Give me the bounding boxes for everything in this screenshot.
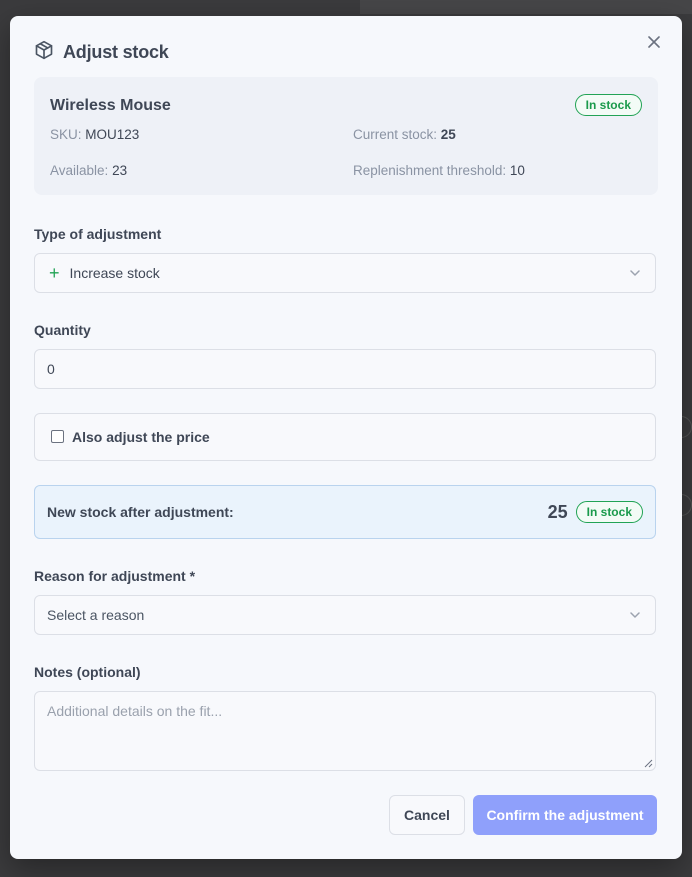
new-stock-value: 25 xyxy=(547,501,568,522)
adjustment-type-select[interactable]: + Increase stock xyxy=(34,253,656,293)
adjust-price-option[interactable]: Also adjust the price xyxy=(34,413,656,461)
reason-select[interactable]: Select a reason xyxy=(34,595,656,635)
close-icon xyxy=(648,36,660,48)
current-stock-info: Current stock: 25 xyxy=(353,127,456,142)
current-stock-value: 25 xyxy=(440,127,456,142)
modal-header: Adjust stock xyxy=(34,40,169,65)
background-strip xyxy=(360,0,692,14)
new-stock-status-badge: In stock xyxy=(575,501,643,523)
current-stock-label: Current stock: xyxy=(353,127,438,142)
modal-title: Adjust stock xyxy=(63,42,169,62)
adjust-stock-modal: Adjust stock Wireless Mouse In stock SKU… xyxy=(10,16,682,859)
notes-label: Notes (optional) xyxy=(34,664,141,680)
available-info: Available: 23 xyxy=(50,163,127,178)
available-label: Available: xyxy=(50,163,109,178)
quantity-value: 0 xyxy=(47,361,55,377)
adjust-price-label: Also adjust the price xyxy=(72,429,210,445)
new-stock-label: New stock after adjustment: xyxy=(47,504,234,520)
confirm-adjustment-button[interactable]: Confirm the adjustment xyxy=(473,795,657,835)
available-value: 23 xyxy=(112,163,128,178)
reason-placeholder: Select a reason xyxy=(47,607,145,623)
plus-icon: + xyxy=(49,263,60,283)
cancel-button[interactable]: Cancel xyxy=(389,795,465,835)
notes-textarea[interactable]: Additional details on the fit... xyxy=(34,691,656,771)
adjustment-type-value: Increase stock xyxy=(69,265,160,281)
resize-handle-icon[interactable] xyxy=(644,759,653,768)
package-icon xyxy=(34,40,54,65)
threshold-value: 10 xyxy=(509,163,525,178)
new-stock-summary: New stock after adjustment: 25 In stock xyxy=(34,485,656,539)
sku-label: SKU: xyxy=(50,127,82,142)
chevron-down-icon xyxy=(630,612,640,618)
adjust-price-checkbox[interactable] xyxy=(51,429,64,443)
adjustment-type-label: Type of adjustment xyxy=(34,226,162,242)
close-button[interactable] xyxy=(644,32,664,52)
threshold-info: Replenishment threshold: 10 xyxy=(353,163,525,178)
threshold-label: Replenishment threshold: xyxy=(353,163,507,178)
product-summary-card: Wireless Mouse In stock SKU: MOU123 Curr… xyxy=(34,77,658,195)
notes-placeholder: Additional details on the fit... xyxy=(47,703,223,719)
sku-info: SKU: MOU123 xyxy=(50,127,139,142)
reason-label: Reason for adjustment * xyxy=(34,568,196,584)
quantity-label: Quantity xyxy=(34,322,91,338)
chevron-down-icon xyxy=(630,270,640,276)
sku-value: MOU123 xyxy=(85,127,140,142)
product-name: Wireless Mouse xyxy=(50,97,171,114)
status-badge: In stock xyxy=(574,94,642,116)
quantity-input[interactable]: 0 xyxy=(34,349,656,389)
